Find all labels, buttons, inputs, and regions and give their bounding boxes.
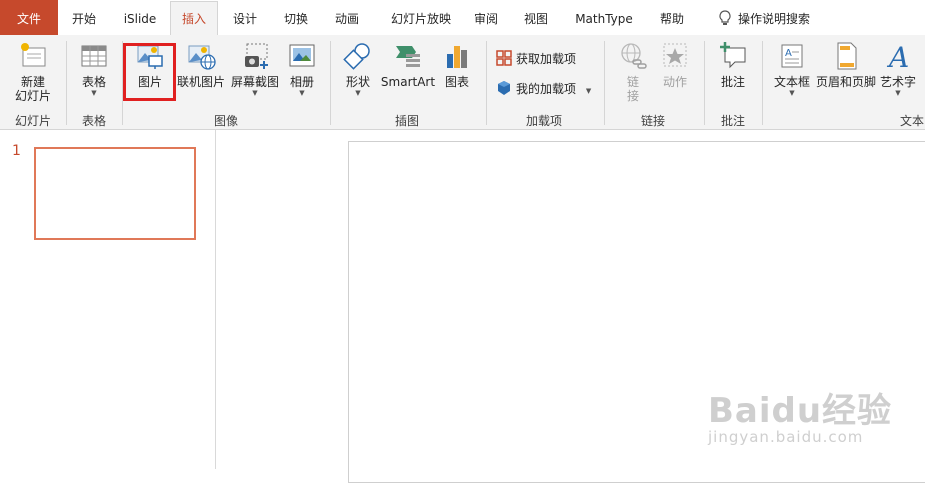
screenshot-button[interactable]: 屏幕截图 ▼ <box>228 40 282 98</box>
comment-plus-icon <box>720 42 746 69</box>
group-label-images: 图像 <box>213 114 238 128</box>
tab-design[interactable]: 设计 <box>225 0 265 35</box>
group-label-links: 链接 <box>640 114 665 128</box>
chevron-down-icon: ▼ <box>585 87 592 95</box>
link-globe-icon <box>621 43 647 69</box>
group-label-addins: 加载项 <box>525 114 562 128</box>
table-button[interactable]: 表格 ▼ <box>72 40 116 98</box>
tab-view[interactable]: 视图 <box>516 0 556 35</box>
my-addins-label: 我的加载项 <box>516 82 577 96</box>
tab-transitions[interactable]: 切换 <box>276 0 316 35</box>
my-addins-button[interactable]: 我的加载项 ▼ <box>496 79 591 99</box>
textbox-label: 文本框 <box>773 75 810 89</box>
chevron-down-icon: ▼ <box>355 89 361 97</box>
new-slide-label-2: 幻灯片 <box>14 89 51 103</box>
group-divider <box>330 41 331 125</box>
new-slide-label-1: 新建 <box>20 75 45 89</box>
shapes-icon <box>343 43 370 70</box>
shapes-button[interactable]: 形状 ▼ <box>338 40 378 98</box>
tab-islide[interactable]: iSlide <box>114 0 166 35</box>
group-divider <box>604 41 605 125</box>
tab-slideshow[interactable]: 幻灯片放映 <box>380 0 462 35</box>
photo-album-icon <box>289 44 315 67</box>
link-label-1: 链 <box>626 75 639 89</box>
chart-button[interactable]: 图表 <box>438 40 476 89</box>
group-label-tables: 表格 <box>81 114 106 128</box>
textbox-button[interactable]: A 文本框 ▼ <box>770 40 814 98</box>
chevron-down-icon: ▼ <box>789 89 795 97</box>
store-grid-icon <box>496 50 512 66</box>
wordart-button[interactable]: A 艺术字 ▼ <box>878 40 918 98</box>
header-footer-button[interactable]: 页眉和页脚 <box>816 40 876 89</box>
chart-label: 图表 <box>444 75 469 89</box>
slide-thumbnail[interactable] <box>34 147 196 240</box>
textbox-icon: A <box>781 44 803 68</box>
watermark-url: jingyan.baidu.com <box>708 428 864 446</box>
smartart-icon <box>396 46 420 67</box>
tell-me-label: 操作说明搜索 <box>737 12 810 26</box>
highlight-box <box>123 43 176 101</box>
group-label-text: 文本 <box>900 114 924 128</box>
tab-review[interactable]: 审阅 <box>466 0 506 35</box>
online-picture-icon <box>188 45 216 70</box>
chevron-down-icon: ▼ <box>895 89 901 97</box>
photo-album-button[interactable]: 相册 ▼ <box>284 40 320 98</box>
chevron-down-icon: ▼ <box>91 89 97 97</box>
bar-chart-icon <box>447 46 467 68</box>
tab-mathtype[interactable]: MathType <box>566 0 642 35</box>
tab-help[interactable]: 帮助 <box>652 0 692 35</box>
comment-button[interactable]: 批注 <box>712 40 754 89</box>
tab-home[interactable]: 开始 <box>62 0 106 35</box>
new-slide-icon <box>21 43 46 67</box>
group-label-comments: 批注 <box>720 114 745 128</box>
tell-me-search[interactable]: 操作说明搜索 <box>708 0 820 35</box>
svg-text:A: A <box>886 41 909 72</box>
chevron-down-icon: ▼ <box>299 89 305 97</box>
group-divider <box>762 41 763 125</box>
smartart-label: SmartArt <box>380 75 436 89</box>
addin-cube-icon <box>498 81 510 95</box>
action-button[interactable]: 动作 <box>656 40 694 89</box>
group-label-illustrations: 插图 <box>394 114 419 128</box>
watermark-brand: Baidu经验 <box>708 391 893 431</box>
wordart-label: 艺术字 <box>879 75 916 89</box>
comment-label: 批注 <box>720 75 745 89</box>
action-label: 动作 <box>662 75 687 89</box>
photo-album-label: 相册 <box>289 75 314 89</box>
new-slide-button[interactable]: 新建 幻灯片 <box>6 40 60 103</box>
table-icon <box>81 45 107 67</box>
group-label-slides: 幻灯片 <box>14 114 51 128</box>
smartart-button[interactable]: SmartArt <box>380 40 436 89</box>
group-divider <box>66 41 67 125</box>
lightbulb-icon <box>719 10 731 25</box>
slide-number: 1 <box>12 143 21 159</box>
table-label: 表格 <box>81 75 106 89</box>
group-divider <box>486 41 487 125</box>
tab-animations[interactable]: 动画 <box>327 0 367 35</box>
online-picture-button[interactable]: 联机图片 <box>174 40 228 89</box>
header-footer-label: 页眉和页脚 <box>816 75 877 89</box>
get-addins-label: 获取加载项 <box>516 52 577 66</box>
ribbon-tab-bar: 文件 开始 iSlide 插入 设计 切换 动画 幻灯片放映 审阅 视图 Mat… <box>0 0 925 37</box>
link-label-2: 接 <box>626 89 639 103</box>
link-button[interactable]: 链 接 <box>614 40 652 103</box>
tab-insert[interactable]: 插入 <box>170 1 218 37</box>
shapes-label: 形状 <box>345 75 370 89</box>
group-divider <box>704 41 705 125</box>
online-picture-label: 联机图片 <box>176 75 225 89</box>
svg-text:A: A <box>785 48 792 59</box>
chevron-down-icon: ▼ <box>252 89 258 97</box>
screenshot-label: 屏幕截图 <box>230 75 279 89</box>
get-addins-button[interactable]: 获取加载项 <box>496 49 576 69</box>
action-star-icon <box>663 43 687 67</box>
screenshot-icon <box>245 43 268 69</box>
header-footer-icon <box>837 42 857 70</box>
wordart-icon: A <box>886 41 909 74</box>
tab-file[interactable]: 文件 <box>0 0 58 35</box>
